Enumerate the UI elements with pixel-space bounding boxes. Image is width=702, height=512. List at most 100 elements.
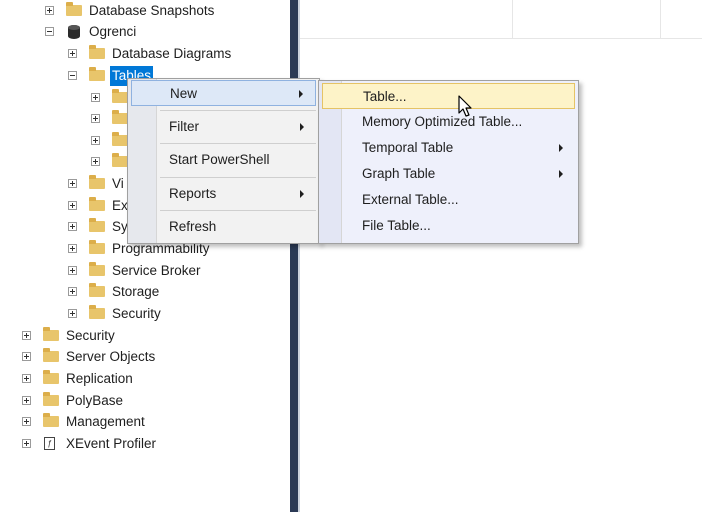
menu-separator — [160, 210, 316, 211]
tree-node-label: Storage — [112, 284, 160, 299]
menu-item-label: File Table... — [362, 218, 431, 233]
collapse-icon[interactable] — [45, 27, 54, 36]
expand-icon[interactable] — [22, 396, 31, 405]
folder-icon — [89, 197, 105, 211]
submenu-arrow-icon — [300, 123, 304, 131]
object-explorer: Database Snapshots Ogrenci Database Diag… — [0, 0, 290, 512]
folder-icon — [89, 305, 105, 319]
folder-icon — [89, 262, 105, 276]
expand-icon[interactable] — [68, 201, 77, 210]
expand-icon[interactable] — [68, 222, 77, 231]
folder-icon — [112, 132, 128, 146]
submenu-item-file-table[interactable]: File Table... — [322, 213, 575, 239]
expand-icon[interactable] — [68, 49, 77, 58]
expand-icon[interactable] — [68, 179, 77, 188]
submenu-item-temporal-table[interactable]: Temporal Table — [322, 135, 575, 161]
folder-icon — [43, 327, 59, 341]
tree-node-label: Vi — [112, 176, 124, 191]
tree-node-label: Replication — [66, 371, 133, 386]
menu-item-filter[interactable]: Filter — [131, 114, 316, 140]
submenu-item-memory-optimized-table[interactable]: Memory Optimized Table... — [322, 109, 575, 135]
tree-node-table-child[interactable] — [0, 131, 130, 151]
tree-node-database-snapshots[interactable]: Database Snapshots — [0, 1, 280, 21]
tree-node-label: Ex — [112, 198, 128, 213]
folder-icon — [89, 175, 105, 189]
expand-icon[interactable] — [91, 114, 100, 123]
menu-item-label: Start PowerShell — [169, 152, 270, 167]
tree-node-label: PolyBase — [66, 393, 124, 408]
menu-item-start-powershell[interactable]: Start PowerShell — [131, 147, 316, 173]
folder-icon — [89, 218, 105, 232]
tree-node-xevent-profiler[interactable]: ƒ XEvent Profiler — [0, 434, 280, 454]
expand-icon[interactable] — [91, 93, 100, 102]
menu-item-label: Table... — [363, 89, 407, 104]
tree-node-label: Sy — [112, 219, 128, 234]
submenu-arrow-icon — [559, 144, 563, 152]
menu-separator — [160, 110, 316, 111]
grid-line — [300, 38, 702, 39]
tree-node-label: Security — [112, 306, 161, 321]
folder-icon — [112, 110, 128, 124]
menu-item-new[interactable]: New — [131, 80, 316, 106]
database-icon — [68, 25, 80, 39]
tree-node-management[interactable]: Management — [0, 412, 280, 432]
expand-icon[interactable] — [22, 417, 31, 426]
document-area — [300, 0, 702, 512]
menu-item-label: Refresh — [169, 219, 217, 234]
tree-node-table-child[interactable] — [0, 109, 130, 129]
tree-node-ogrenci-database[interactable]: Ogrenci — [0, 22, 280, 42]
context-menu: New Filter Start PowerShell Reports Refr… — [127, 78, 320, 244]
expand-icon[interactable] — [22, 374, 31, 383]
menu-item-refresh[interactable]: Refresh — [131, 214, 316, 240]
folder-icon — [43, 348, 59, 362]
expand-icon[interactable] — [68, 266, 77, 275]
folder-icon — [66, 2, 82, 16]
menu-item-reports[interactable]: Reports — [131, 181, 316, 207]
xevent-icon: ƒ — [44, 437, 55, 450]
tree-node-table-child[interactable] — [0, 88, 130, 108]
expand-icon[interactable] — [68, 309, 77, 318]
menu-item-label: Filter — [169, 119, 199, 134]
tree-node-label: Management — [66, 414, 145, 429]
expand-icon[interactable] — [91, 157, 100, 166]
submenu-arrow-icon — [300, 190, 304, 198]
submenu-item-external-table[interactable]: External Table... — [322, 187, 575, 213]
menu-item-label: Reports — [169, 186, 217, 201]
collapse-icon[interactable] — [68, 71, 77, 80]
expand-icon[interactable] — [45, 6, 54, 15]
folder-icon — [89, 240, 105, 254]
tree-node-database-diagrams[interactable]: Database Diagrams — [0, 44, 280, 64]
expand-icon[interactable] — [22, 439, 31, 448]
expand-icon[interactable] — [91, 136, 100, 145]
grid-line — [660, 0, 661, 38]
folder-icon — [43, 413, 59, 427]
folder-icon — [43, 392, 59, 406]
expand-icon[interactable] — [68, 244, 77, 253]
submenu-item-table[interactable]: Table... — [322, 83, 575, 109]
folder-icon — [112, 89, 128, 103]
tree-node-label: Database Snapshots — [89, 3, 215, 18]
tree-node-table-child[interactable] — [0, 152, 130, 172]
menu-separator — [160, 143, 316, 144]
tree-node-database-security[interactable]: Security — [0, 304, 280, 324]
submenu-arrow-icon — [559, 170, 563, 178]
grid-line — [512, 0, 513, 38]
submenu-item-graph-table[interactable]: Graph Table — [322, 161, 575, 187]
tree-node-polybase[interactable]: PolyBase — [0, 391, 280, 411]
folder-icon — [89, 283, 105, 297]
tree-node-label: Server Objects — [66, 349, 156, 364]
menu-item-label: Temporal Table — [362, 140, 454, 155]
expand-icon[interactable] — [22, 331, 31, 340]
folder-icon — [89, 45, 105, 59]
tree-node-server-objects[interactable]: Server Objects — [0, 347, 280, 367]
tree-node-label: Database Diagrams — [112, 46, 232, 61]
pane-splitter[interactable] — [290, 0, 300, 512]
expand-icon[interactable] — [22, 352, 31, 361]
tree-node-replication[interactable]: Replication — [0, 369, 280, 389]
expand-icon[interactable] — [68, 287, 77, 296]
tree-node-storage[interactable]: Storage — [0, 282, 280, 302]
tree-node-label: Ogrenci — [89, 24, 137, 39]
tree-node-service-broker[interactable]: Service Broker — [0, 261, 280, 281]
menu-separator — [160, 177, 316, 178]
tree-node-security[interactable]: Security — [0, 326, 280, 346]
